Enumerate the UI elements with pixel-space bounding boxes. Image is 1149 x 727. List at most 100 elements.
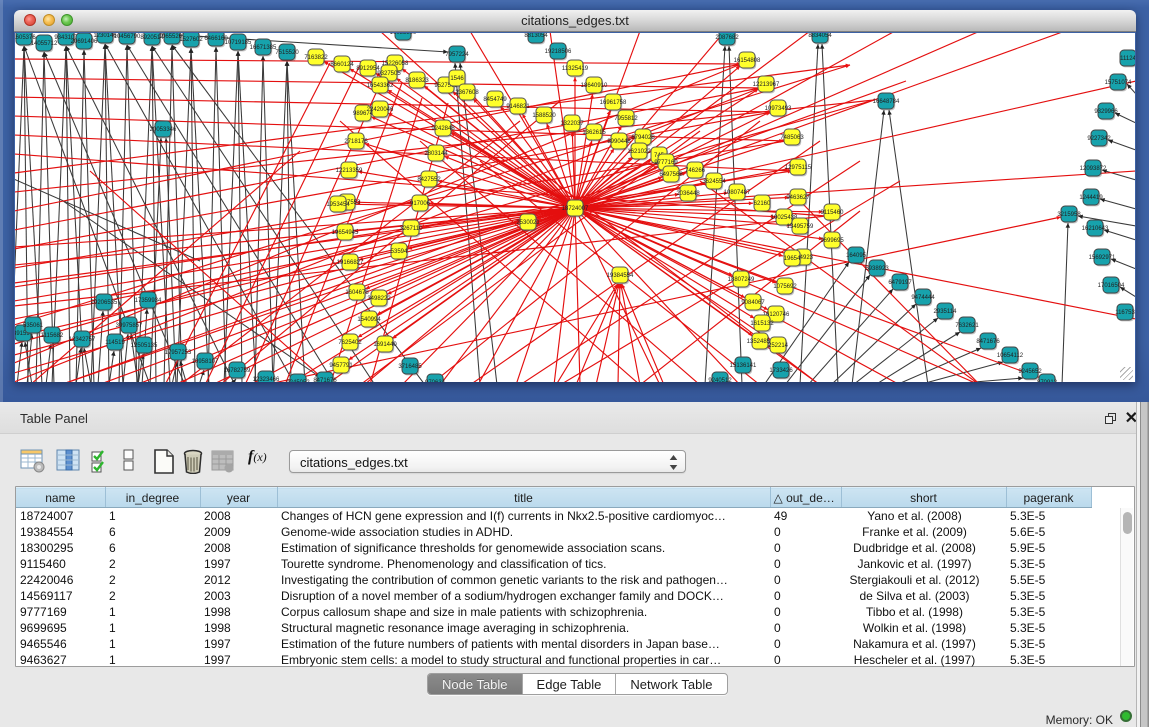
svg-text:6497568: 6497568 <box>659 172 683 178</box>
svg-text:9327505: 9327505 <box>377 71 401 77</box>
svg-text:7955812: 7955812 <box>614 116 638 122</box>
svg-text:535061: 535061 <box>23 323 44 329</box>
svg-text:16543362: 16543362 <box>367 83 394 89</box>
svg-text:970634: 970634 <box>425 380 446 382</box>
svg-text:9146821: 9146821 <box>506 104 530 110</box>
svg-text:9227342: 9227342 <box>1087 136 1111 142</box>
svg-text:3716485: 3716485 <box>398 364 422 370</box>
svg-text:2935114: 2935114 <box>934 309 958 315</box>
svg-text:917006: 917006 <box>410 201 431 207</box>
svg-text:116753: 116753 <box>1115 310 1135 316</box>
svg-text:16210643: 16210643 <box>1082 226 1109 232</box>
svg-text:10958107: 10958107 <box>192 359 219 365</box>
svg-text:1691440: 1691440 <box>373 342 397 348</box>
svg-text:9329966: 9329966 <box>1094 109 1118 115</box>
svg-text:3498222: 3498222 <box>367 296 391 302</box>
svg-text:8454749: 8454749 <box>483 97 507 103</box>
svg-text:16154808: 16154808 <box>734 58 761 64</box>
svg-text:10973493: 10973493 <box>765 106 792 112</box>
svg-text:164095: 164095 <box>846 253 867 259</box>
svg-text:30975857: 30975857 <box>116 323 143 329</box>
svg-text:17359934: 17359934 <box>135 298 162 304</box>
svg-text:8427552: 8427552 <box>417 177 441 183</box>
svg-text:8834054: 8834054 <box>808 33 832 39</box>
svg-text:7485063: 7485063 <box>780 135 804 141</box>
svg-text:2718176: 2718176 <box>344 139 368 145</box>
svg-text:9457791: 9457791 <box>329 363 353 369</box>
svg-text:9245652: 9245652 <box>1018 369 1042 375</box>
svg-text:19218506: 19218506 <box>545 49 572 55</box>
svg-text:6794028: 6794028 <box>631 135 655 141</box>
svg-text:20053346: 20053346 <box>150 127 177 133</box>
svg-text:9699695: 9699695 <box>820 238 844 244</box>
svg-text:1540994: 1540994 <box>357 317 381 323</box>
svg-text:20206535: 20206535 <box>91 300 118 306</box>
svg-text:12505135: 12505135 <box>131 343 158 349</box>
svg-text:14055712: 14055712 <box>31 41 58 47</box>
svg-text:9084067: 9084067 <box>741 300 765 306</box>
svg-text:746266: 746266 <box>685 168 706 174</box>
svg-text:1527602: 1527602 <box>179 37 203 43</box>
svg-text:8186323: 8186323 <box>405 78 429 84</box>
svg-text:114519: 114519 <box>105 340 125 346</box>
svg-text:870912: 870912 <box>1037 380 1058 382</box>
svg-text:7957224: 7957224 <box>445 52 469 58</box>
svg-text:18640910: 18640910 <box>581 83 608 89</box>
svg-text:1546: 1546 <box>450 76 464 82</box>
svg-text:11325419: 11325419 <box>562 66 589 72</box>
svg-text:1075692: 1075692 <box>773 284 797 290</box>
svg-text:3267110: 3267110 <box>400 226 424 232</box>
svg-text:62160: 62160 <box>754 201 771 207</box>
svg-text:2367608: 2367608 <box>455 90 479 96</box>
svg-text:13495759: 13495759 <box>787 224 814 230</box>
svg-text:1604678: 1604678 <box>345 290 369 296</box>
svg-text:16961758: 16961758 <box>600 100 627 106</box>
svg-text:252214: 252214 <box>768 343 789 349</box>
svg-text:15692971: 15692971 <box>1089 255 1116 261</box>
svg-text:6479197: 6479197 <box>888 280 912 286</box>
svg-text:9777169: 9777169 <box>654 160 678 166</box>
svg-text:12975115: 12975115 <box>785 165 812 171</box>
svg-text:10807487: 10807487 <box>724 190 751 196</box>
svg-text:1615132: 1615132 <box>750 321 774 327</box>
svg-text:7515520: 7515520 <box>275 50 299 56</box>
svg-text:1244419: 1244419 <box>1079 195 1103 201</box>
svg-text:10719185: 10719185 <box>225 40 252 46</box>
svg-text:1953454: 1953454 <box>326 202 350 208</box>
svg-text:19654945: 19654945 <box>332 230 359 236</box>
svg-text:1362615: 1362615 <box>582 130 606 136</box>
svg-text:12323466: 12323466 <box>253 377 280 382</box>
svg-text:9115460: 9115460 <box>821 210 845 216</box>
svg-text:20691406: 20691406 <box>71 39 98 45</box>
svg-text:7625402: 7625402 <box>338 340 362 346</box>
svg-text:17016504: 17016504 <box>1098 283 1125 289</box>
svg-text:19654: 19654 <box>784 256 801 262</box>
svg-text:17957253: 17957253 <box>165 350 192 356</box>
svg-text:8990448: 8990448 <box>607 139 631 145</box>
svg-text:1115682: 1115682 <box>41 333 64 339</box>
svg-text:2530021: 2530021 <box>516 220 540 226</box>
svg-text:19166827: 19166827 <box>337 260 364 266</box>
svg-text:16671385: 16671385 <box>250 45 277 51</box>
svg-text:10654112: 10654112 <box>997 353 1024 359</box>
svg-text:5938923: 5938923 <box>865 266 889 272</box>
svg-text:3215958: 3215958 <box>1057 212 1081 218</box>
svg-text:12342757: 12342757 <box>69 337 96 343</box>
svg-text:1322037: 1322037 <box>560 121 584 127</box>
svg-text:8660124: 8660124 <box>330 62 354 68</box>
svg-text:16033809: 16033809 <box>390 33 417 36</box>
svg-text:12093872: 12093872 <box>1080 166 1107 172</box>
svg-text:16648784: 16648784 <box>873 99 900 105</box>
svg-text:12213359: 12213359 <box>336 168 363 174</box>
svg-text:2087682: 2087682 <box>715 35 739 41</box>
svg-text:8471676: 8471676 <box>313 378 337 382</box>
svg-text:19384554: 19384554 <box>607 273 634 279</box>
svg-text:9474444: 9474444 <box>911 295 935 301</box>
svg-text:22420046: 22420046 <box>367 107 394 113</box>
svg-text:11124: 11124 <box>1120 56 1135 62</box>
svg-text:1621022: 1621022 <box>627 149 651 155</box>
svg-text:1733426: 1733426 <box>769 368 793 374</box>
svg-text:10456790: 10456790 <box>114 34 141 40</box>
svg-text:2036448: 2036448 <box>676 191 700 197</box>
svg-text:18807249: 18807249 <box>728 277 755 283</box>
